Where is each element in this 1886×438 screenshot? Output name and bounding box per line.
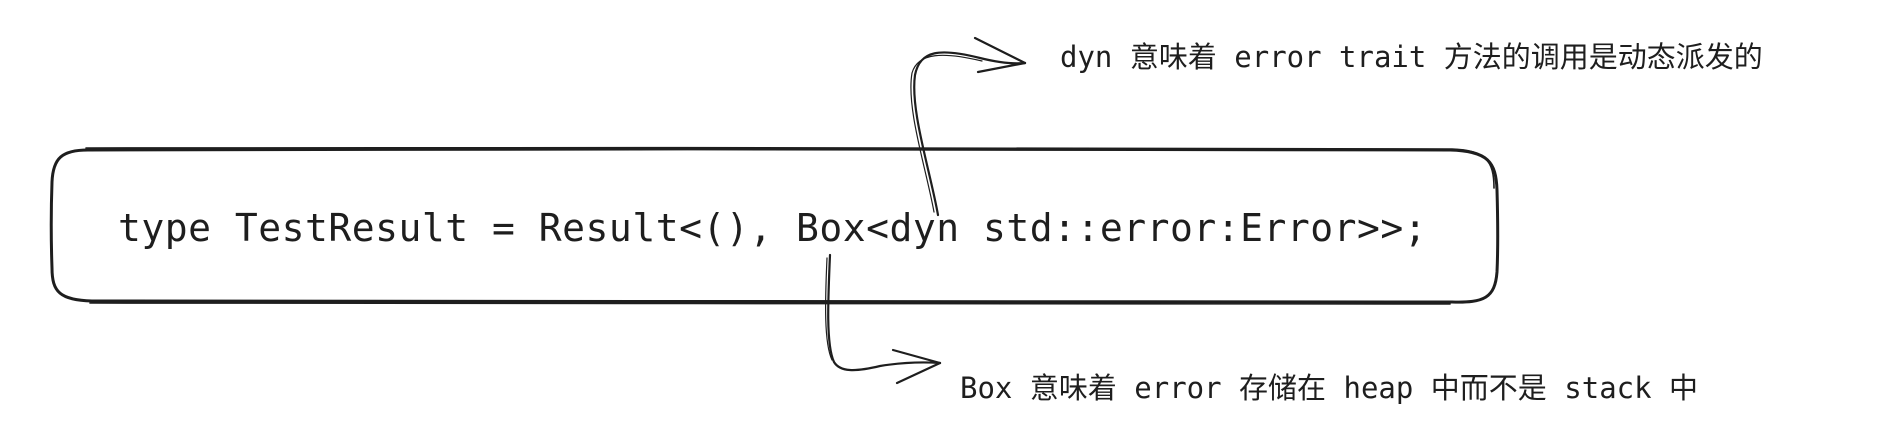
code-line: type TestResult = Result<(), Box<dyn std…	[118, 206, 1428, 250]
dyn-annotation: dyn 意味着 error trait 方法的调用是动态派发的	[1060, 40, 1763, 74]
arrow-to-box-note	[824, 253, 942, 385]
arrow-to-dyn-note	[910, 36, 1027, 217]
box-annotation: Box 意味着 error 存储在 heap 中而不是 stack 中	[960, 371, 1699, 405]
